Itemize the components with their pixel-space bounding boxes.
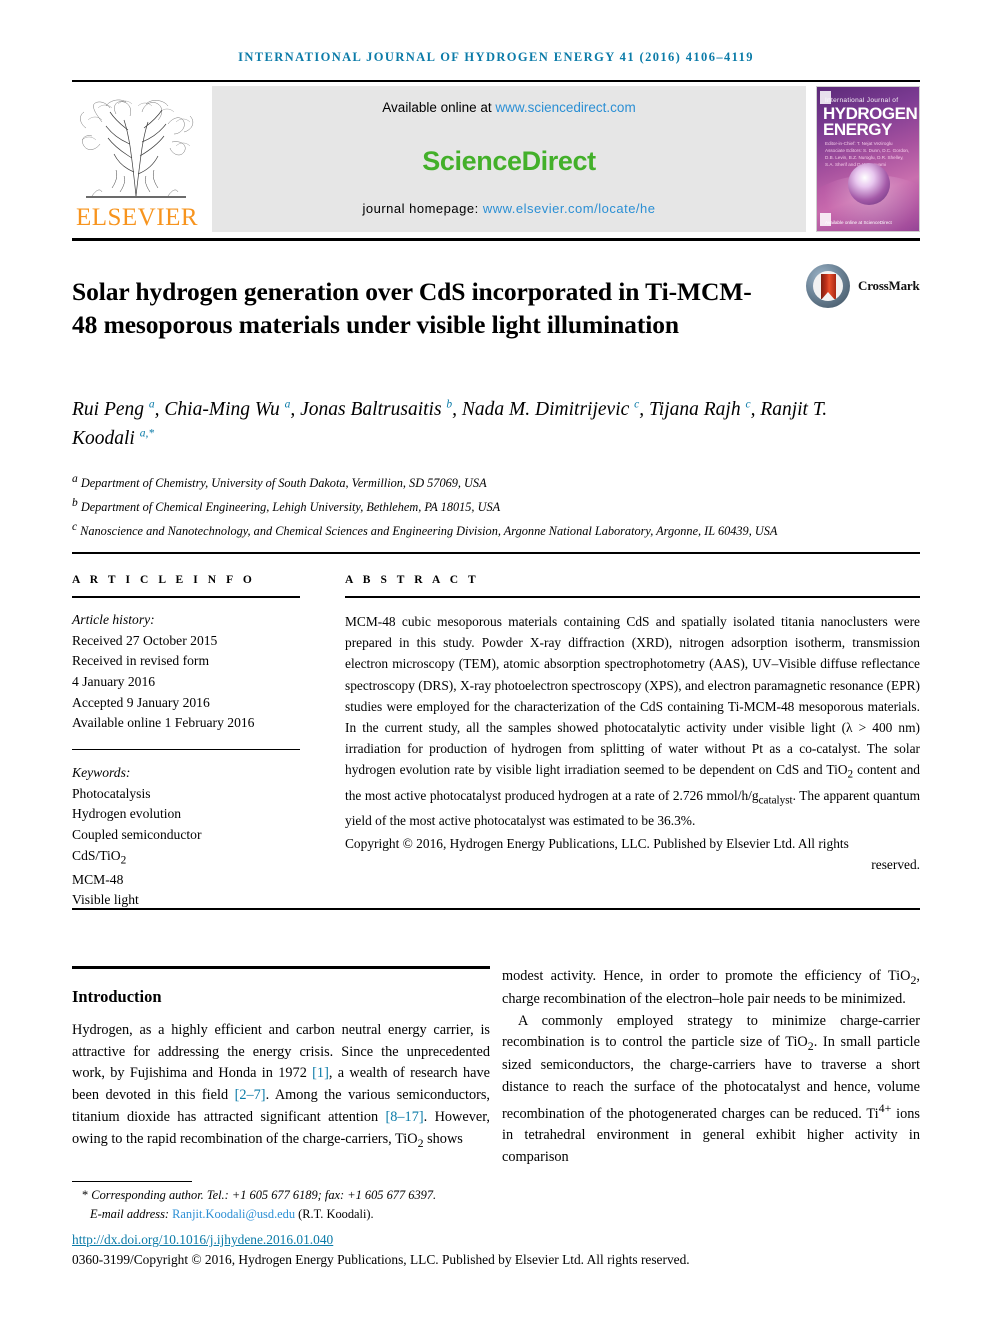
cover-title-line2: ENERGY [823,120,892,139]
author-list: Rui Peng a, Chia-Ming Wu a, Jonas Baltru… [72,398,828,449]
article-history-item: 4 January 2016 [72,673,156,689]
body-column-left: Introduction Hydrogen, as a highly effic… [72,978,490,1152]
doi-link[interactable]: http://dx.doi.org/10.1016/j.ijhydene.201… [72,1232,333,1248]
footnote-block: * Corresponding author. Tel.: +1 605 677… [72,1186,502,1223]
article-history-item: Accepted 9 January 2016 [72,694,210,710]
article-history-item: Received 27 October 2015 [72,632,218,648]
crossmark-icon-inner [813,271,843,301]
article-info-divider [72,596,300,598]
corresponding-author-note: * Corresponding author. Tel.: +1 605 677… [82,1188,437,1202]
email-address-note: E-mail address: Ranjit.Koodali@usd.edu (… [72,1205,502,1224]
body-left-top-rule [72,966,490,969]
keywords-divider [72,748,300,750]
article-page: International Journal of Hydrogen Energy… [0,0,992,1323]
masthead-bottom-rule [72,238,920,241]
running-head: International Journal of Hydrogen Energy… [238,50,754,64]
crossmark-icon [806,264,850,308]
article-info-column: A R T I C L E I N F O Article history: R… [72,574,300,911]
sciencedirect-link[interactable]: www.sciencedirect.com [495,100,635,115]
masthead: ELSEVIER Available online at www.science… [72,86,920,232]
email-address-link[interactable]: Ranjit.Koodali@usd.edu [172,1207,295,1221]
cover-orb-graphic [848,163,890,205]
keywords-list: Photocatalysis Hydrogen evolution Coupled … [72,785,202,908]
article-history-item: Received in revised form [72,653,210,669]
cover-kicker: International Journal of [825,97,899,104]
journal-homepage-line: journal homepage: www.elsevier.com/locat… [363,201,656,216]
available-online-line: Available online at www.sciencedirect.co… [382,100,635,115]
elsevier-wordmark: ELSEVIER [75,204,199,231]
elsevier-tree-icon [80,99,194,198]
article-history-label: Article history: [72,612,155,627]
elsevier-logo: ELSEVIER [72,86,202,232]
email-address-label: E-mail address: [90,1206,173,1221]
keywords-block: Keywords: Photocatalysis Hydrogen evoluti… [72,763,300,911]
sciencedirect-band: Available online at www.sciencedirect.co… [212,86,806,232]
footnote-rule [72,1181,192,1182]
cover-footer-text: Available online at ScienceDirect [825,220,892,225]
issn-copyright-line: 0360-3199/Copyright © 2016, Hydrogen Ene… [72,1252,690,1267]
crossmark-badge[interactable]: CrossMark [806,262,926,310]
journal-homepage-label: journal homepage: [362,201,483,216]
available-online-label: Available online at [382,100,496,115]
journal-cover-art: International Journal of HYDROGEN ENERGY… [817,87,919,231]
section-heading-introduction: Introduction [72,987,162,1006]
abstract-text: MCM-48 cubic mesoporous materials contai… [345,614,920,828]
article-history: Article history: Received 27 October 201… [72,610,300,734]
journal-homepage-link[interactable]: www.elsevier.com/locate/he [483,201,656,216]
crossmark-flag-shape [820,273,836,300]
article-history-item: Available online 1 February 2016 [72,715,255,731]
sciencedirect-wordmark: ScienceDirect [422,145,596,176]
abstract-copyright: Copyright © 2016, Hydrogen Energy Public… [345,836,920,873]
crossmark-label: CrossMark [858,278,920,293]
body-column-right: modest activity. Hence, in order to prom… [502,966,920,1169]
abstract-bottom-rule [72,908,920,910]
intro-paragraph-right-2: A commonly employed strategy to minimize… [502,1012,921,1166]
keywords-label: Keywords: [72,764,131,780]
masthead-top-rule [72,80,920,82]
article-info-top-rule [72,552,920,554]
intro-paragraph-left: Hydrogen, as a highly efficient and carb… [72,1022,490,1150]
journal-cover-thumbnail[interactable]: International Journal of HYDROGEN ENERGY… [816,86,920,232]
intro-paragraph-right-1: modest activity. Hence, in order to prom… [502,968,920,1007]
abstract-heading: A B S T R A C T [345,574,480,586]
abstract-column: A B S T R A C T MCM-48 cubic mesoporous … [345,574,920,875]
affiliation-list: a Department of Chemistry, University of… [72,473,778,538]
page-title: Solar hydrogen generation over CdS incor… [72,277,752,340]
article-info-heading: A R T I C L E I N F O [72,574,256,586]
abstract-divider [345,596,920,598]
email-address-suffix: (R.T. Koodali). [295,1206,374,1221]
